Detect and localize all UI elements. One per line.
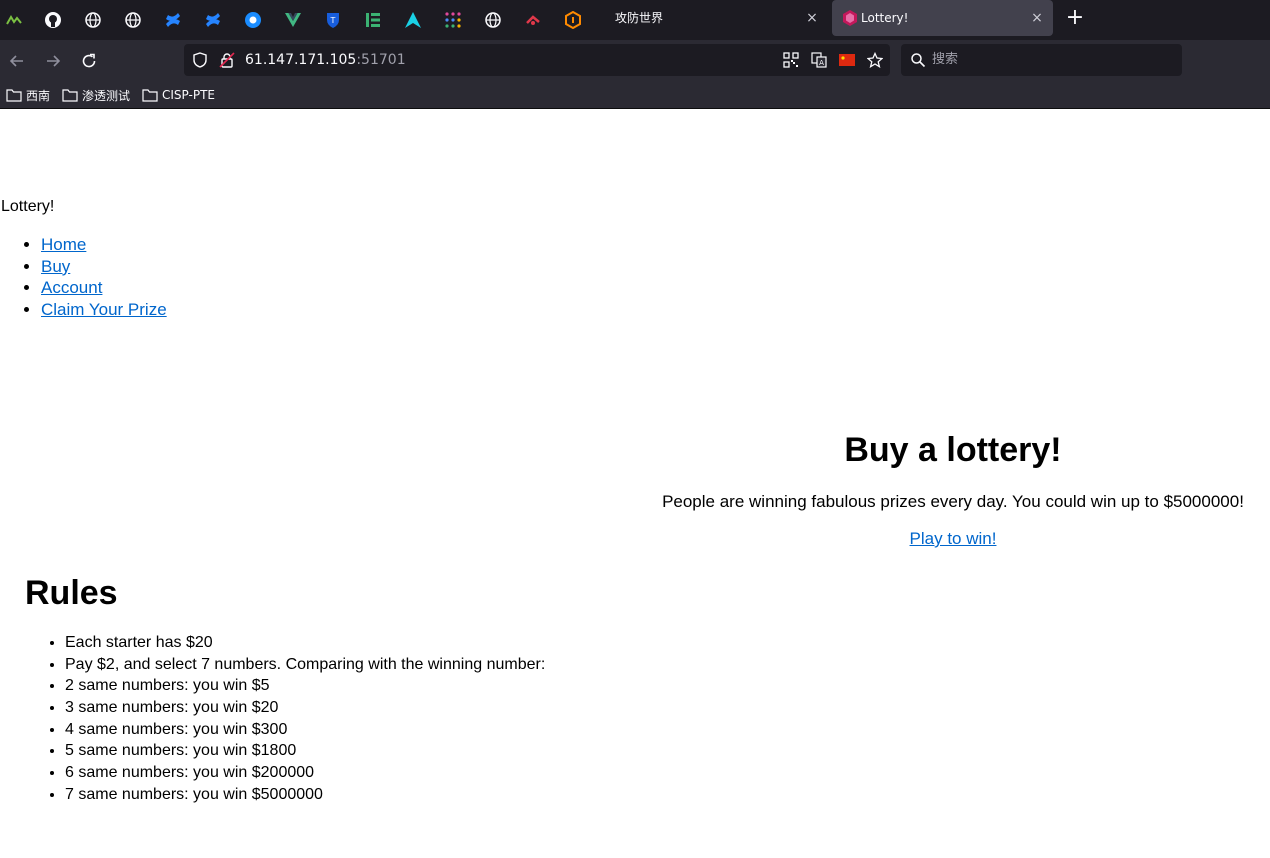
vue-icon[interactable] — [281, 8, 305, 32]
svg-text:T: T — [330, 16, 336, 25]
bookmark-star-icon[interactable] — [866, 51, 884, 69]
china-flag-icon[interactable] — [838, 51, 856, 69]
search-bar[interactable]: 搜索 — [901, 44, 1182, 76]
nav-item-home: Home — [41, 234, 167, 256]
forward-arrow-icon[interactable] — [41, 49, 65, 73]
site-nav: Home Buy Account Claim Your Prize — [41, 234, 167, 321]
github-icon[interactable] — [41, 8, 65, 32]
folder-icon — [62, 89, 78, 102]
navigation-toolbar: 61.147.171.105:51701 A 搜索 — [0, 40, 1270, 82]
translate-icon[interactable]: A — [810, 51, 828, 69]
nav-link-buy[interactable]: Buy — [41, 257, 70, 276]
shield-icon[interactable] — [191, 51, 209, 69]
rule-item: Pay $2, and select 7 numbers. Comparing … — [65, 654, 545, 676]
bookmark-label: 西南 — [26, 88, 51, 103]
page-content: Lottery! Home Buy Account Claim Your Pri… — [0, 109, 1270, 858]
globe-icon[interactable] — [121, 8, 145, 32]
elementor-icon[interactable] — [361, 8, 385, 32]
tab-lottery-label: Lottery! — [861, 11, 909, 25]
nav-link-account[interactable]: Account — [41, 278, 102, 297]
bookmark-folder-pentest[interactable]: 渗透测试 — [62, 86, 130, 104]
insecure-lock-icon[interactable] — [218, 51, 236, 69]
cube-icon[interactable] — [561, 8, 585, 32]
hero-section: Buy a lottery! People are winning fabulo… — [636, 425, 1270, 550]
tab-lottery-close-icon[interactable]: × — [1028, 9, 1046, 27]
search-icon — [909, 51, 927, 69]
bookmark-folder-cisp-pte[interactable]: CISP-PTE — [142, 86, 215, 104]
site-title: Lottery! — [1, 198, 55, 215]
tomato-icon[interactable] — [521, 8, 545, 32]
play-to-win-link[interactable]: Play to win! — [910, 528, 997, 550]
confluence-icon[interactable] — [161, 8, 185, 32]
search-input[interactable]: 搜索 — [932, 44, 958, 76]
bookmark-label: 渗透测试 — [82, 88, 131, 103]
new-tab-button[interactable]: + — [1064, 7, 1086, 29]
back-arrow-icon[interactable] — [5, 49, 29, 73]
green-logo-icon[interactable] — [2, 8, 26, 32]
bookmark-label: CISP-PTE — [162, 88, 215, 102]
nav-link-home[interactable]: Home — [41, 235, 86, 254]
nav-item-account: Account — [41, 277, 167, 299]
reload-icon[interactable] — [77, 49, 101, 73]
rule-item: 5 same numbers: you win $1800 — [65, 740, 545, 762]
confluence-icon[interactable] — [201, 8, 225, 32]
globe-icon[interactable] — [81, 8, 105, 32]
url-port: :51701 — [356, 52, 406, 68]
arch-icon[interactable] — [401, 8, 425, 32]
folder-icon — [142, 89, 158, 102]
rule-item: 2 same numbers: you win $5 — [65, 675, 545, 697]
rules-heading: Rules — [25, 574, 118, 612]
hero-text: People are winning fabulous prizes every… — [662, 492, 1244, 511]
rules-section: Rules Each starter has $20 Pay $2, and s… — [25, 571, 545, 806]
globe-icon[interactable] — [481, 8, 505, 32]
hero-heading: Buy a lottery! — [844, 431, 1062, 469]
folder-icon — [6, 89, 22, 102]
tab-bar: T 攻防世界 × Lottery! × + — [0, 0, 1270, 40]
rule-item: 4 same numbers: you win $300 — [65, 719, 545, 741]
rule-item: 7 same numbers: you win $5000000 — [65, 784, 545, 806]
url-text[interactable]: 61.147.171.105:51701 — [245, 44, 406, 76]
rule-item: Each starter has $20 — [65, 632, 545, 654]
tab-lottery[interactable]: Lottery! × — [832, 0, 1053, 36]
url-host: 61.147.171.105 — [245, 52, 357, 68]
chrome-icon[interactable] — [241, 8, 265, 32]
bitwarden-icon[interactable]: T — [321, 8, 345, 32]
nav-item-buy: Buy — [41, 256, 167, 278]
rule-item: 3 same numbers: you win $20 — [65, 697, 545, 719]
lottery-favicon — [838, 6, 862, 30]
qr-code-icon[interactable] — [782, 51, 800, 69]
rule-item: 6 same numbers: you win $200000 — [65, 762, 545, 784]
grid-icon[interactable] — [441, 8, 465, 32]
nav-link-claim-prize[interactable]: Claim Your Prize — [41, 300, 167, 319]
rules-list: Each starter has $20 Pay $2, and select … — [65, 632, 545, 806]
tab-gongfang-label[interactable]: 攻防世界 — [615, 0, 663, 36]
tab-gongfang-close-icon[interactable]: × — [803, 9, 821, 27]
bookmark-folder-xinan[interactable]: 西南 — [6, 86, 50, 104]
url-bar[interactable]: 61.147.171.105:51701 A — [184, 44, 890, 76]
nav-item-claim-prize: Claim Your Prize — [41, 299, 167, 321]
bookmarks-toolbar: 西南 渗透测试 CISP-PTE — [0, 82, 1270, 109]
svg-text:A: A — [819, 59, 824, 67]
